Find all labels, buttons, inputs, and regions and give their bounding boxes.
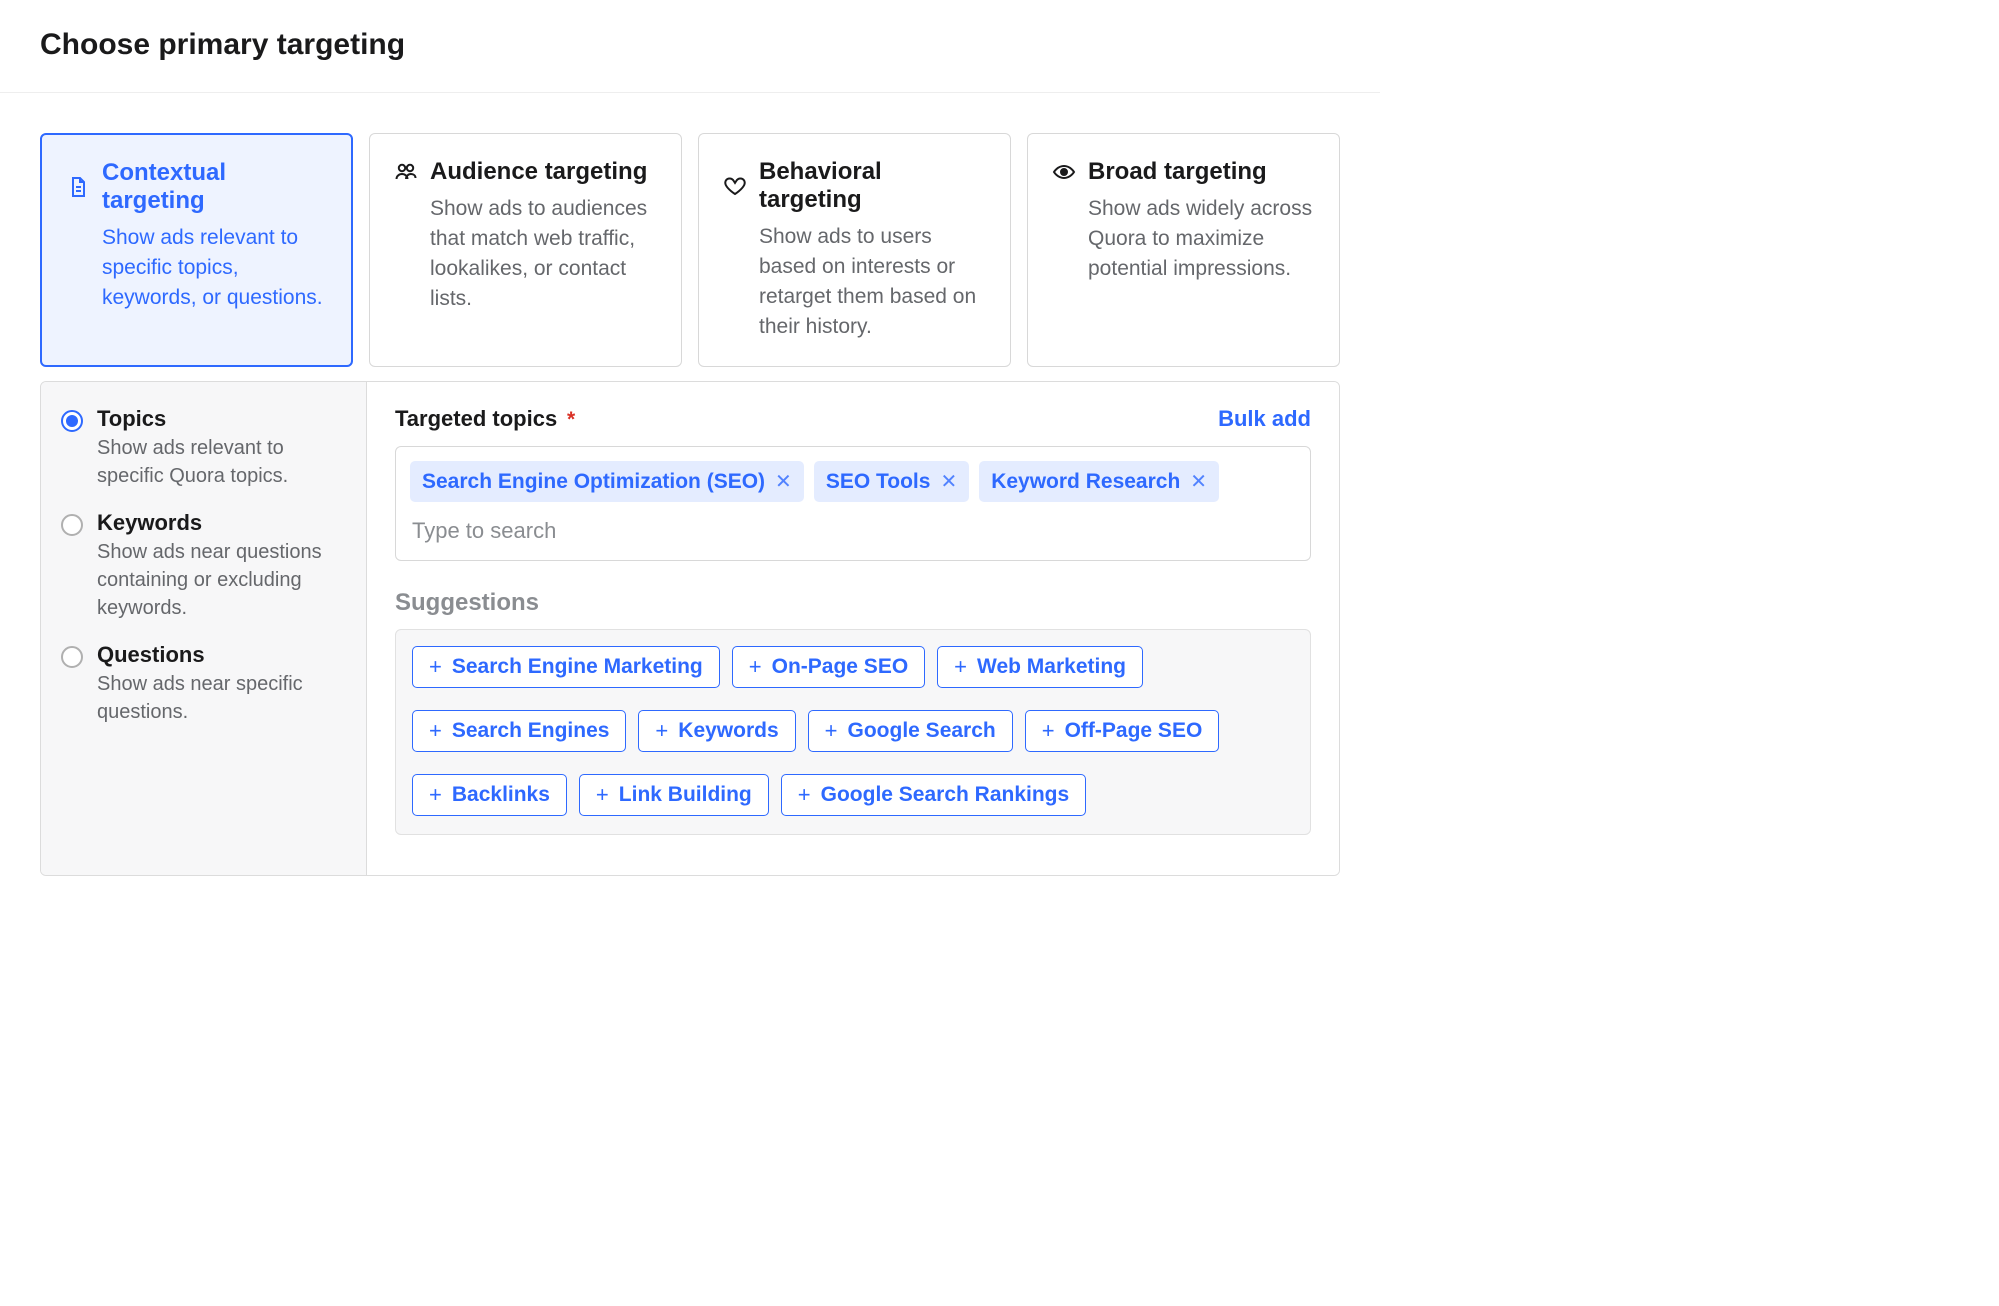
suggestion-chip[interactable]: + Google Search Rankings — [781, 774, 1086, 816]
radio-label: Questions — [97, 642, 346, 668]
chips-container: Search Engine Optimization (SEO)✕SEO Too… — [410, 461, 1296, 502]
eye-icon — [1052, 160, 1076, 184]
radio-option-topics[interactable]: Topics Show ads relevant to specific Quo… — [61, 406, 346, 490]
suggestion-label: Backlinks — [452, 783, 550, 807]
suggestion-chip[interactable]: + Search Engine Marketing — [412, 646, 720, 688]
plus-icon: + — [655, 720, 668, 742]
card-title: Behavioral targeting — [759, 158, 986, 214]
search-input[interactable] — [410, 510, 1296, 554]
field-label-wrap: Targeted topics * — [395, 406, 575, 432]
card-title: Audience targeting — [430, 158, 647, 186]
suggestion-label: Search Engines — [452, 719, 610, 743]
chip-label: Keyword Research — [991, 470, 1180, 494]
chip[interactable]: SEO Tools ✕ — [814, 461, 969, 502]
suggestion-chip[interactable]: + Google Search — [808, 710, 1013, 752]
targeting-card-audience[interactable]: Audience targeting Show ads to audiences… — [369, 133, 682, 367]
suggestion-label: Web Marketing — [977, 655, 1126, 679]
suggestion-label: Google Search — [848, 719, 996, 743]
suggestions-box: + Search Engine Marketing + On-Page SEO + Web… — [395, 629, 1311, 835]
suggestion-label: Off-Page SEO — [1065, 719, 1203, 743]
plus-icon: + — [429, 720, 442, 742]
radio-indicator — [61, 410, 83, 432]
plus-icon: + — [596, 784, 609, 806]
chip[interactable]: Search Engine Optimization (SEO) ✕ — [410, 461, 804, 502]
plus-icon: + — [798, 784, 811, 806]
targeting-card-contextual[interactable]: Contextual targeting Show ads relevant t… — [40, 133, 353, 367]
chip[interactable]: Keyword Research ✕ — [979, 461, 1219, 502]
plus-icon: + — [429, 784, 442, 806]
chip-label: SEO Tools — [826, 470, 931, 494]
suggestion-chip[interactable]: + Web Marketing — [937, 646, 1143, 688]
topics-input[interactable]: Search Engine Optimization (SEO)✕SEO Too… — [395, 446, 1311, 561]
radio-option-keywords[interactable]: Keywords Show ads near questions contain… — [61, 510, 346, 622]
close-icon[interactable]: ✕ — [940, 469, 957, 494]
document-icon — [66, 175, 90, 199]
card-title: Contextual targeting — [102, 159, 327, 215]
card-desc: Show ads to users based on interests or … — [723, 222, 986, 342]
targeting-cards-row: Contextual targeting Show ads relevant t… — [40, 133, 1340, 367]
close-icon[interactable]: ✕ — [1190, 469, 1207, 494]
radio-label: Topics — [97, 406, 346, 432]
suggestion-chip[interactable]: + Backlinks — [412, 774, 567, 816]
suggestion-chip[interactable]: + Link Building — [579, 774, 769, 816]
plus-icon: + — [429, 656, 442, 678]
suggestion-label: Keywords — [678, 719, 778, 743]
radio-label: Keywords — [97, 510, 346, 536]
card-desc: Show ads widely across Quora to maximize… — [1052, 194, 1315, 284]
suggestion-chip[interactable]: + Off-Page SEO — [1025, 710, 1220, 752]
suggestion-label: Search Engine Marketing — [452, 655, 703, 679]
bulk-add-link[interactable]: Bulk add — [1218, 406, 1311, 432]
card-desc: Show ads to audiences that match web tra… — [394, 194, 657, 314]
radio-indicator — [61, 646, 83, 668]
radio-desc: Show ads near questions containing or ex… — [97, 538, 346, 622]
radio-indicator — [61, 514, 83, 536]
suggestion-chip[interactable]: + Search Engines — [412, 710, 626, 752]
heart-icon — [723, 174, 747, 198]
suggestions-label: Suggestions — [395, 589, 1311, 617]
card-desc: Show ads relevant to specific topics, ke… — [66, 223, 327, 313]
card-title: Broad targeting — [1088, 158, 1267, 186]
suggestion-label: Google Search Rankings — [821, 783, 1070, 807]
radio-option-questions[interactable]: Questions Show ads near specific questio… — [61, 642, 346, 726]
plus-icon: + — [954, 656, 967, 678]
required-mark: * — [567, 408, 575, 431]
suggestion-label: Link Building — [619, 783, 752, 807]
page-title: Choose primary targeting — [40, 28, 1340, 62]
radio-desc: Show ads relevant to specific Quora topi… — [97, 434, 346, 490]
suggestions-row: + Search Engine Marketing + On-Page SEO + Web… — [412, 646, 1294, 826]
field-label: Targeted topics — [395, 406, 557, 431]
divider — [0, 92, 1380, 93]
targeting-card-behavioral[interactable]: Behavioral targeting Show ads to users b… — [698, 133, 1011, 367]
plus-icon: + — [1042, 720, 1055, 742]
radio-desc: Show ads near specific questions. — [97, 670, 346, 726]
targeting-card-broad[interactable]: Broad targeting Show ads widely across Q… — [1027, 133, 1340, 367]
suggestion-chip[interactable]: + On-Page SEO — [732, 646, 925, 688]
field-header: Targeted topics * Bulk add — [395, 406, 1311, 432]
main-panel: Targeted topics * Bulk add Search Engine… — [367, 382, 1339, 875]
sidebar: Topics Show ads relevant to specific Quo… — [41, 382, 367, 875]
chip-label: Search Engine Optimization (SEO) — [422, 470, 765, 494]
lower-panel: Topics Show ads relevant to specific Quo… — [40, 381, 1340, 876]
people-icon — [394, 160, 418, 184]
suggestion-label: On-Page SEO — [772, 655, 909, 679]
plus-icon: + — [825, 720, 838, 742]
plus-icon: + — [749, 656, 762, 678]
close-icon[interactable]: ✕ — [775, 469, 792, 494]
suggestion-chip[interactable]: + Keywords — [638, 710, 795, 752]
